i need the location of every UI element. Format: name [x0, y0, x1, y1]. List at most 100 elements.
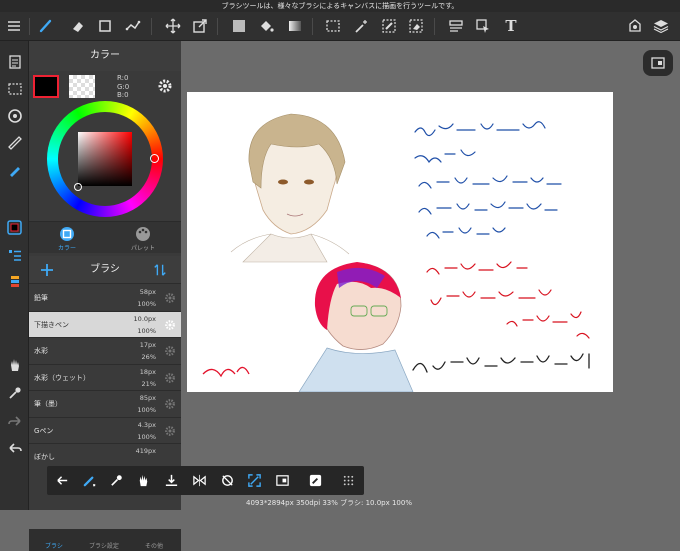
sub-color-swatch[interactable]: [69, 75, 95, 98]
brush-row-draft-pen[interactable]: 下描きペン 10.0px 100%: [29, 311, 181, 338]
undo-icon[interactable]: [3, 436, 26, 459]
brush-icon[interactable]: [35, 15, 57, 37]
tab-color-label: カラー: [57, 245, 76, 252]
tab-brush[interactable]: ブラシ: [29, 541, 79, 550]
bucket-icon[interactable]: [255, 15, 277, 37]
ruler-icon[interactable]: [3, 131, 26, 154]
color-panel-title: カラー: [29, 41, 181, 71]
color-settings-gear-icon[interactable]: [157, 78, 173, 94]
brush-row-ink-brush[interactable]: 筆（墨） 85px 100%: [29, 391, 181, 418]
selection-display-icon[interactable]: [3, 77, 26, 100]
hand-icon[interactable]: [134, 471, 153, 490]
brush-opacity: 21%: [141, 379, 156, 388]
select-pen-icon[interactable]: [378, 15, 400, 37]
canvas-info: 4093*2894px 350dpi 33% ブラシ: 10.0px 100%: [246, 499, 412, 507]
tab-palette[interactable]: パレット: [105, 224, 181, 254]
layer-toggle-icon[interactable]: [3, 270, 26, 293]
gradient-icon[interactable]: [284, 15, 306, 37]
more-grid-icon[interactable]: [339, 471, 358, 490]
eyedropper-icon[interactable]: [107, 471, 126, 490]
menu-icon[interactable]: [3, 15, 25, 37]
hue-handle[interactable]: [150, 154, 159, 163]
layout-icon[interactable]: [445, 15, 467, 37]
transform-icon[interactable]: [189, 15, 211, 37]
brush-row-pencil[interactable]: 鉛筆 58px 100%: [29, 285, 181, 312]
tab-brush-settings[interactable]: ブラシ設定: [79, 541, 129, 550]
undo-icon[interactable]: [53, 471, 72, 490]
rgb-readout: R:0 G:0 B:0: [117, 74, 129, 100]
brush-opacity: 100%: [137, 326, 156, 335]
sort-brush-icon[interactable]: [153, 263, 167, 277]
redo-icon[interactable]: [3, 409, 26, 432]
artwork-illustration: [202, 113, 590, 393]
brush-settings-gear-icon[interactable]: [164, 372, 176, 384]
rotate-icon[interactable]: [218, 471, 237, 490]
brush-settings-gear-icon[interactable]: [164, 345, 176, 357]
sv-handle[interactable]: [74, 183, 82, 191]
color-tabs: カラー パレット: [29, 221, 181, 253]
brush-size: 4.3px: [137, 420, 156, 429]
navigator-icon[interactable]: [643, 50, 673, 76]
saturation-value-square[interactable]: [78, 132, 132, 186]
fill-color-icon[interactable]: [228, 15, 250, 37]
left-sidebar: [0, 41, 29, 510]
toolbar-divider: [151, 18, 152, 35]
navigator-icon[interactable]: [273, 471, 292, 490]
save-download-icon[interactable]: [162, 471, 181, 490]
brush-settings-gear-icon[interactable]: [164, 425, 176, 437]
snap-icon[interactable]: [3, 104, 26, 127]
brush-size: 17px: [139, 341, 156, 349]
brush-name: 下描きペン: [34, 320, 69, 329]
rgb-g: G:0: [117, 82, 130, 91]
brush-list: 鉛筆 58px 100% 下描きペン 10.0px 100% 水彩 17px 2…: [29, 285, 181, 470]
selection-rect-icon[interactable]: [322, 15, 344, 37]
brush-quick-icon[interactable]: [80, 471, 99, 490]
flip-horizontal-icon[interactable]: [190, 471, 209, 490]
tab-other[interactable]: その他: [129, 541, 179, 550]
brush-name: 筆（墨）: [34, 400, 62, 408]
main-color-swatch[interactable]: [33, 75, 59, 98]
color-tab-icon: [60, 227, 74, 241]
drawing-canvas[interactable]: [187, 92, 613, 393]
magic-wand-icon[interactable]: [350, 15, 372, 37]
brush-size: 58px: [139, 288, 156, 296]
select-points-icon[interactable]: [122, 15, 144, 37]
undo-panel-icon[interactable]: [624, 15, 646, 37]
brush-opacity: 100%: [137, 406, 156, 414]
document-icon[interactable]: [3, 50, 26, 73]
pen-pressure-icon[interactable]: [3, 158, 26, 181]
tool-panel: カラー R:0 G:0 B:0 カラー パレット ブラシ 鉛筆 58px 100…: [29, 41, 181, 551]
rgb-r: R:0: [117, 74, 129, 82]
hand-icon[interactable]: [3, 353, 26, 376]
layers-icon[interactable]: [650, 15, 672, 37]
brush-settings-gear-icon[interactable]: [164, 292, 176, 304]
brush-name: 水彩（ウェット）: [34, 373, 90, 382]
move-icon[interactable]: [162, 15, 184, 37]
brush-settings-gear-icon[interactable]: [164, 319, 176, 331]
rgb-b: B:0: [117, 91, 129, 99]
brush-opacity: 100%: [137, 432, 156, 441]
brush-opacity: 26%: [141, 353, 156, 361]
rect-shape-icon[interactable]: [94, 15, 116, 37]
toolbar-divider: [312, 18, 313, 35]
eyedropper-icon[interactable]: [3, 381, 26, 404]
edit-pencil-icon[interactable]: [306, 471, 325, 490]
eraser-icon[interactable]: [67, 15, 89, 37]
palette-icon: [136, 227, 150, 241]
color-swatch-toggle-icon[interactable]: [3, 216, 26, 239]
brush-name: ぼかし: [34, 453, 55, 461]
text-icon[interactable]: T: [500, 15, 522, 37]
fit-screen-icon[interactable]: [245, 471, 264, 490]
brush-name: 水彩: [34, 347, 48, 355]
tab-palette-label: パレット: [130, 245, 155, 252]
select-eraser-icon[interactable]: [405, 15, 427, 37]
top-toolbar: T: [0, 12, 680, 41]
brush-settings-gear-icon[interactable]: [164, 398, 176, 410]
color-wheel[interactable]: [47, 101, 163, 217]
brush-row-watercolor-wet[interactable]: 水彩（ウェット） 18px 21%: [29, 364, 181, 391]
select-arrow-icon[interactable]: [472, 15, 494, 37]
brush-row-watercolor[interactable]: 水彩 17px 26%: [29, 338, 181, 365]
tab-color[interactable]: カラー: [29, 224, 105, 254]
brush-list-toggle-icon[interactable]: [3, 243, 26, 266]
brush-row-g-pen[interactable]: Gペン 4.3px 100%: [29, 417, 181, 444]
